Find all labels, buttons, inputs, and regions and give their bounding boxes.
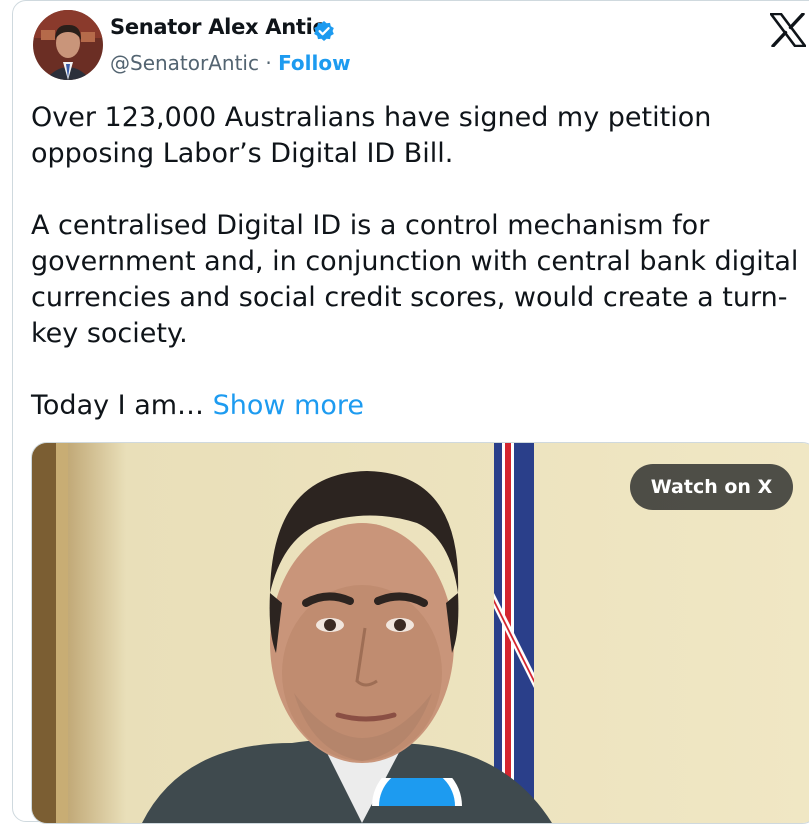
show-more-link[interactable]: Show more <box>213 390 364 421</box>
follow-button[interactable]: Follow <box>278 51 351 75</box>
tweet-text: Over 123,000 Australians have signed my … <box>31 100 801 424</box>
play-icon[interactable] <box>370 778 464 806</box>
author-handle[interactable]: @SenatorAntic <box>110 51 259 75</box>
tweet-body: Over 123,000 Australians have signed my … <box>31 102 799 421</box>
x-logo-icon[interactable] <box>770 13 806 47</box>
author-name[interactable]: Senator Alex Antic <box>110 15 325 39</box>
watch-on-x-button[interactable]: Watch on X <box>630 464 793 510</box>
avatar[interactable] <box>33 10 103 80</box>
author-handle-row: @SenatorAntic · Follow <box>110 51 351 75</box>
verified-badge-icon <box>314 21 334 41</box>
separator-dot: · <box>258 51 279 75</box>
